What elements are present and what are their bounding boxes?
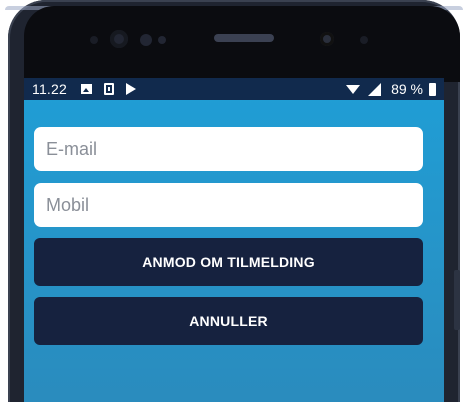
play-icon — [126, 83, 136, 95]
front-camera-icon — [320, 32, 334, 46]
battery-icon — [429, 82, 436, 96]
status-right: 89 % — [346, 81, 436, 97]
app-screen: 11.22 89 % ANMOD OM TILMELDING ANNULLER — [24, 78, 444, 402]
image-icon — [81, 84, 92, 94]
camera-icon — [110, 30, 128, 48]
mobile-field[interactable] — [34, 183, 423, 227]
status-bar: 11.22 89 % — [24, 78, 444, 100]
earpiece-speaker — [214, 34, 274, 42]
top-bezel — [24, 6, 460, 82]
status-time: 11.22 — [32, 81, 67, 97]
side-button — [454, 270, 460, 330]
request-signup-button[interactable]: ANMOD OM TILMELDING — [34, 238, 423, 286]
save-icon — [104, 83, 114, 95]
wifi-icon — [346, 84, 361, 94]
cancel-button[interactable]: ANNULLER — [34, 297, 423, 345]
sensor-icon — [158, 36, 166, 44]
signal-icon — [368, 82, 382, 96]
email-field[interactable] — [34, 127, 423, 171]
battery-percent: 89 % — [391, 81, 423, 97]
sensor-icon — [360, 36, 368, 44]
sensor-icon — [90, 36, 98, 44]
sensor-icon — [140, 34, 152, 46]
